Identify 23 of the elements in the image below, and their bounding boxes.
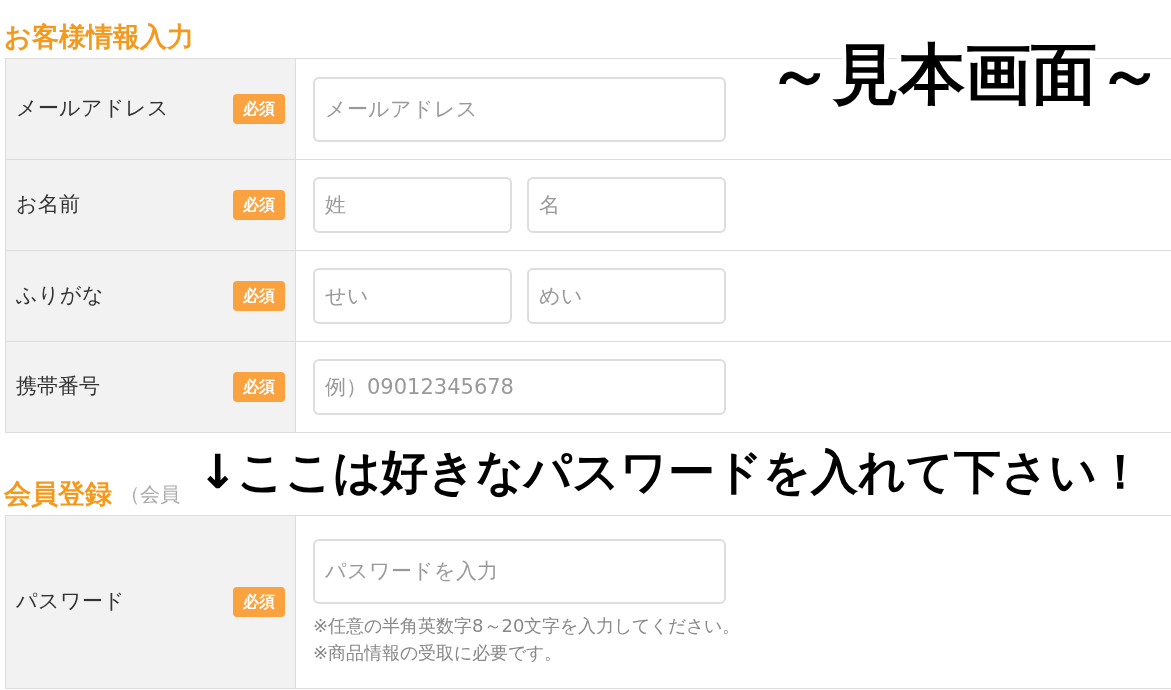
input-field[interactable]: 姓 — [313, 177, 512, 233]
required-badge: 必須 — [233, 281, 285, 311]
section-title: 会員登録 — [4, 479, 112, 509]
field-label: お名前 — [16, 191, 80, 219]
caption-text: ～見本画面～ — [767, 42, 1163, 108]
section-title: お客様情報入力 — [4, 22, 194, 52]
input-field[interactable]: メールアドレス — [313, 76, 726, 142]
note-text: ※商品情報の受取に必要です。 — [313, 640, 564, 665]
input-field[interactable]: 例）09012345678 — [313, 359, 726, 415]
required-badge: 必須 — [233, 372, 285, 402]
field-label: ふりがな — [16, 282, 104, 310]
required-badge: 必須 — [233, 190, 285, 220]
input-field[interactable]: パスワードを入力 — [313, 538, 726, 604]
field-label: パスワード — [16, 588, 125, 616]
field-label: メールアドレス — [16, 95, 169, 123]
required-badge: 必須 — [233, 94, 285, 124]
field-label: 携帯番号 — [16, 373, 100, 401]
input-field[interactable]: せい — [313, 268, 512, 324]
input-field[interactable]: めい — [527, 268, 726, 324]
note-text: ※任意の半角英数字8～20文字を入力してください。 — [313, 613, 741, 638]
required-badge: 必須 — [233, 587, 285, 617]
section-subtitle: （会員 — [120, 481, 180, 508]
input-field[interactable]: 名 — [527, 177, 726, 233]
